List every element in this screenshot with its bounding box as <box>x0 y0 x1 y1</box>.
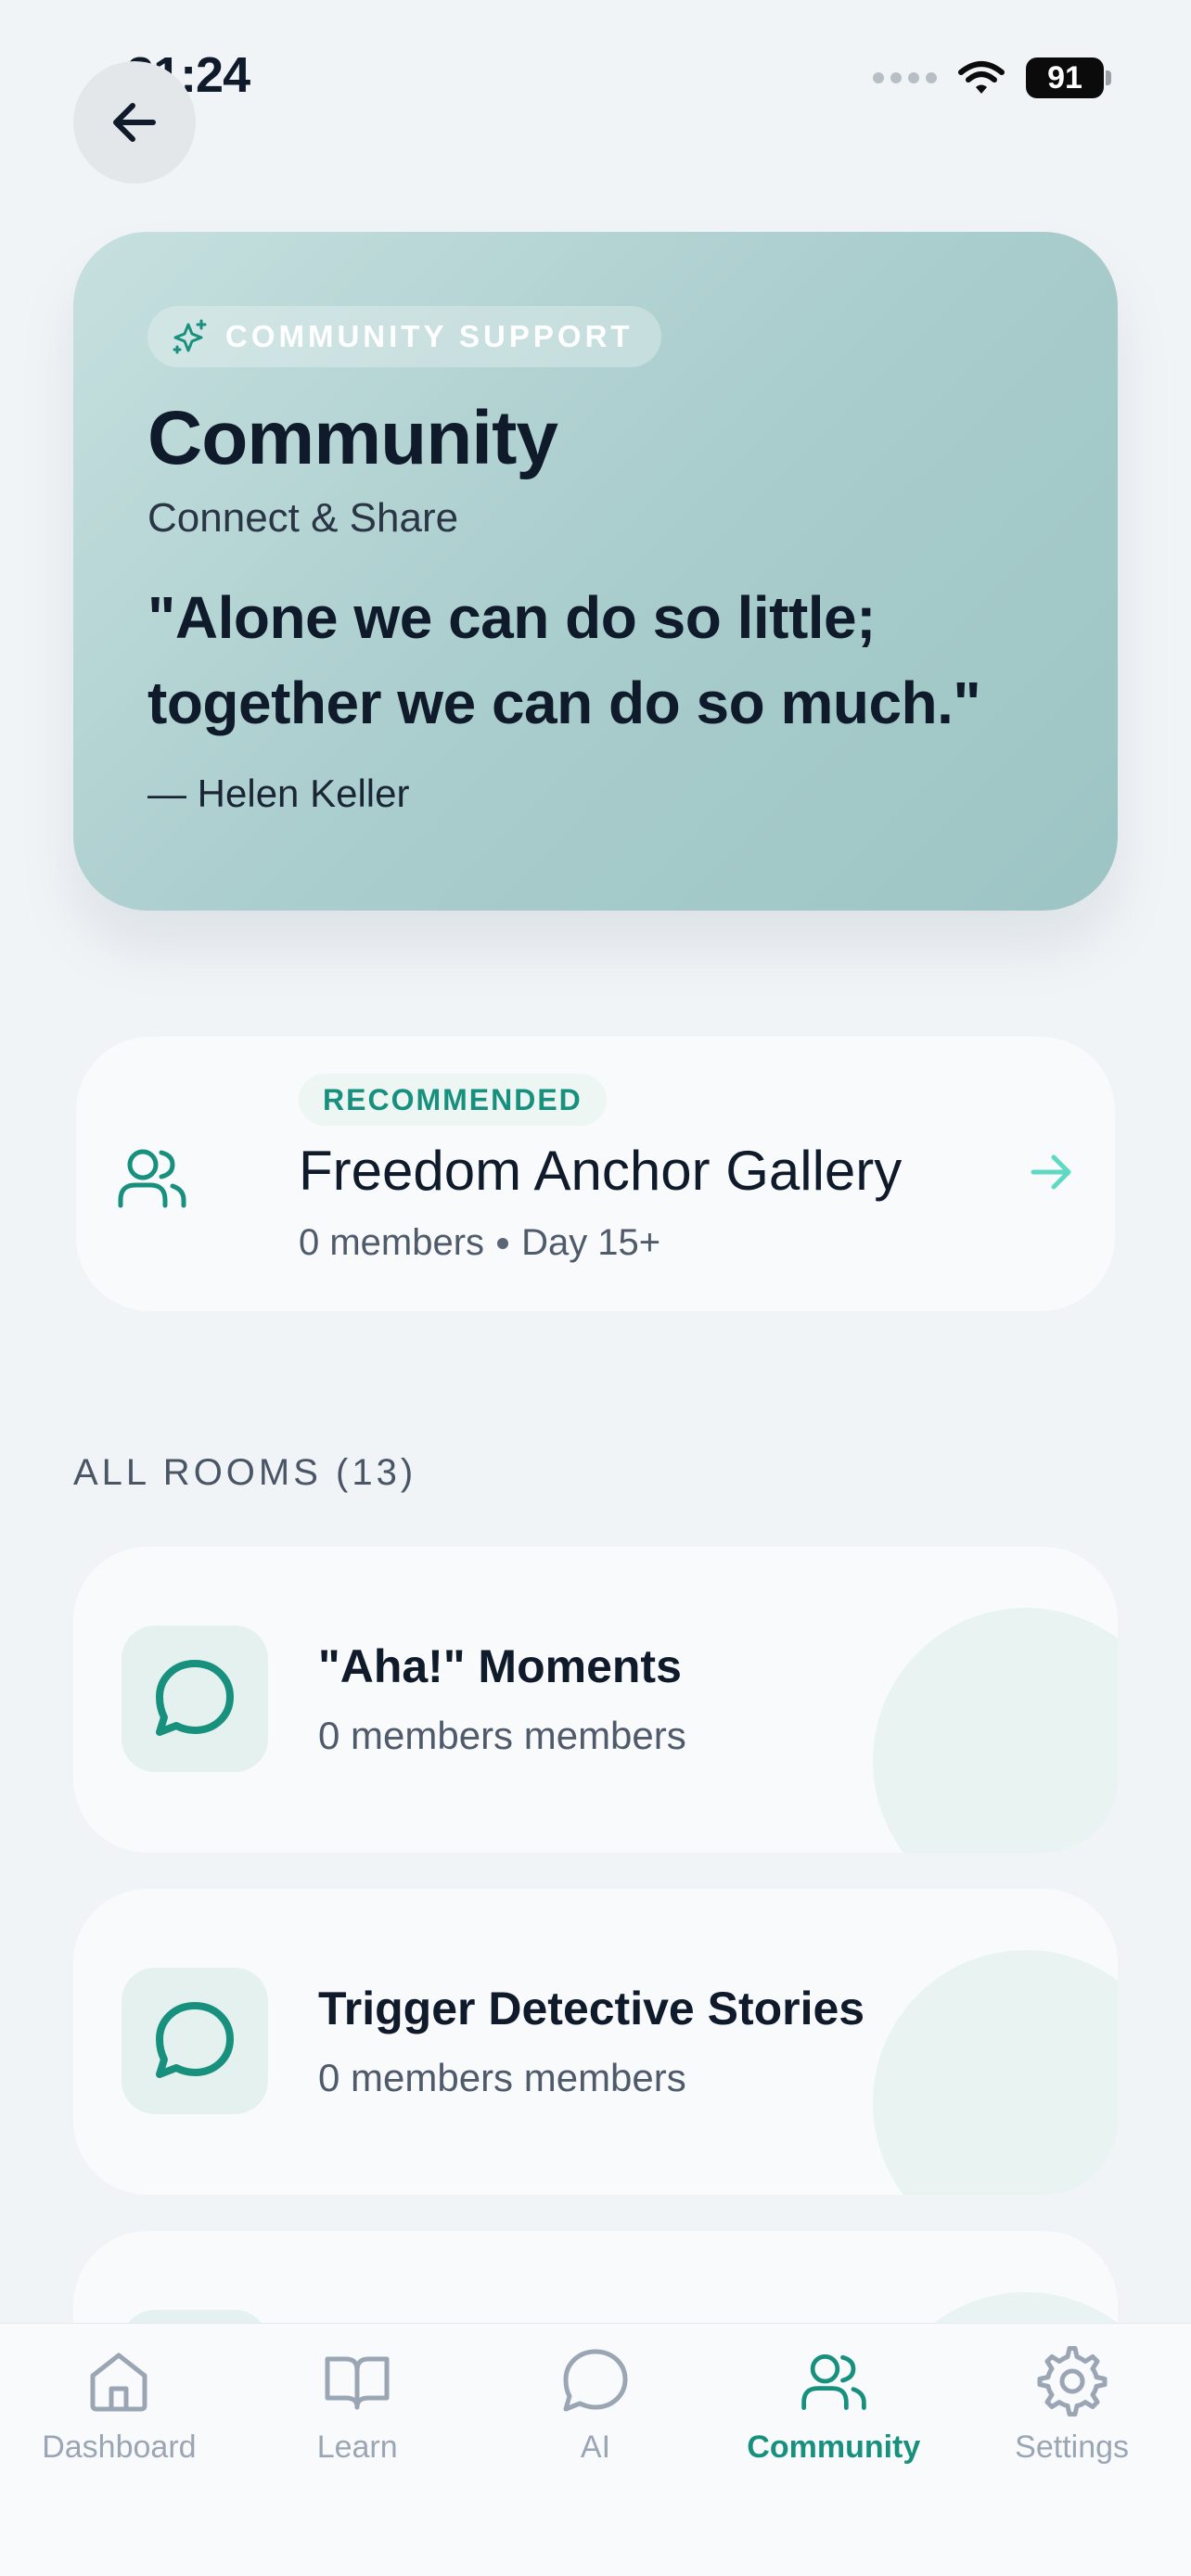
page-subtitle: Connect & Share <box>147 495 459 541</box>
quote-line-1: "Alone we can do so little; <box>147 584 876 651</box>
recommended-day: Day 15+ <box>521 1222 661 1263</box>
recommended-room-title: Freedom Anchor Gallery <box>299 1140 903 1202</box>
battery-icon: 91 <box>1026 57 1111 98</box>
room-name: "Aha!" Moments <box>318 1640 682 1692</box>
users-icon <box>801 2353 866 2410</box>
nav-label: Community <box>747 2429 921 2465</box>
recommended-label: RECOMMENDED <box>323 1082 583 1116</box>
room-name: Trigger Detective Stories <box>318 1983 865 2034</box>
book-icon <box>325 2356 390 2410</box>
nav-settings[interactable]: Settings <box>953 2324 1191 2576</box>
nav-label: Learn <box>316 2429 398 2465</box>
status-indicators: 91 <box>873 57 1111 98</box>
nav-label: Dashboard <box>42 2429 197 2465</box>
wifi-icon <box>958 61 1005 94</box>
page-title: Community <box>147 396 558 480</box>
room-card[interactable]: "Aha!" Moments 0 members members <box>73 1547 1118 1853</box>
badge-label: COMMUNITY SUPPORT <box>225 319 634 353</box>
community-screen: 21:24 91 COMMUNITY SUPPORT Community Con… <box>0 0 1191 2576</box>
arrow-right-icon <box>1031 1154 1071 1190</box>
all-rooms-heading: ALL ROOMS (13) <box>73 1452 417 1493</box>
room-icon-tile <box>122 1968 268 2114</box>
home-icon <box>90 2353 147 2412</box>
recommended-badge: RECOMMENDED <box>299 1074 607 1126</box>
room-member-count: 0 members members <box>318 2056 686 2099</box>
room-icon-tile <box>122 1626 268 1772</box>
card-decoration <box>873 1608 1118 1853</box>
room-card[interactable]: Trigger Detective Stories 0 members memb… <box>73 1889 1118 2195</box>
quote-line-2: together we can do so much." <box>147 670 981 736</box>
separator-dot <box>497 1237 509 1249</box>
battery-level: 91 <box>1026 57 1104 98</box>
nav-label: AI <box>580 2429 611 2465</box>
gear-icon <box>1037 2346 1108 2417</box>
card-decoration <box>873 1950 1118 2195</box>
arrow-left-icon <box>113 103 156 142</box>
users-icon <box>118 1149 186 1208</box>
nav-label: Settings <box>1015 2429 1130 2465</box>
sparkles-icon <box>173 319 207 354</box>
chat-bubble-icon <box>156 2002 234 2078</box>
back-button[interactable] <box>73 61 196 184</box>
nav-dashboard[interactable]: Dashboard <box>0 2324 238 2576</box>
community-support-badge: COMMUNITY SUPPORT <box>147 306 661 367</box>
bottom-navigation: Dashboard Learn AI Community Settings <box>0 2323 1191 2576</box>
recommended-member-count: 0 members <box>299 1222 485 1263</box>
chat-bubble-icon <box>156 1660 234 1736</box>
chat-bubble-icon <box>563 2349 628 2412</box>
room-member-count: 0 members members <box>318 1714 686 1757</box>
quote-author: — Helen Keller <box>147 772 410 815</box>
recommended-room-card[interactable]: RECOMMENDED Freedom Anchor Gallery 0 mem… <box>76 1037 1115 1311</box>
cellular-signal-icon <box>873 72 937 83</box>
nav-ai[interactable]: AI <box>477 2324 715 2576</box>
quote-text: "Alone we can do so little; together we … <box>147 575 1044 746</box>
nav-learn[interactable]: Learn <box>238 2324 477 2576</box>
recommended-room-meta: 0 members Day 15+ <box>299 1222 660 1264</box>
hero-card: COMMUNITY SUPPORT Community Connect & Sh… <box>73 232 1118 911</box>
nav-community[interactable]: Community <box>714 2324 953 2576</box>
